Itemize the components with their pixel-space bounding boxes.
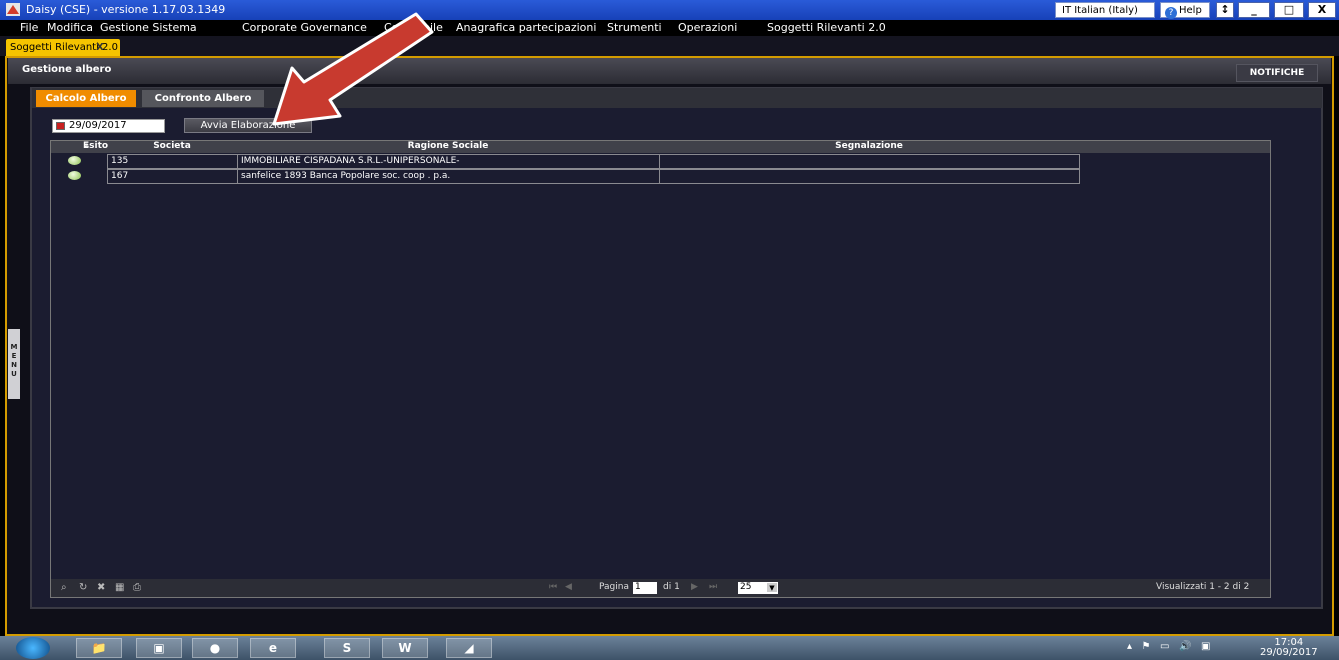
sort-icon: ⇣ [83, 141, 91, 151]
help-button[interactable]: ? Help [1160, 2, 1210, 19]
minimize-button[interactable]: _ [1238, 2, 1270, 18]
tab-calcolo-albero[interactable]: Calcolo Albero [36, 90, 136, 107]
menu-modifica[interactable]: Modifica [47, 21, 93, 34]
check-ok-icon [68, 156, 81, 165]
col-ragione-sociale[interactable]: Ragione Sociale [237, 141, 659, 151]
last-page-icon[interactable]: ⏭ [709, 582, 717, 592]
grid-header: Esito ⇣ Societa Ragione Sociale Segnalaz… [51, 141, 1270, 153]
cell-societa: 167 [107, 169, 238, 184]
grid-footer: ⌕ ↻ ✖ ▦ ⎙ ⏮ ◀ Pagina 1 di 1 ▶ ⏭ 25 ▼ Visu… [51, 579, 1270, 597]
page-title: Gestione albero [22, 64, 112, 75]
page-header: Gestione albero [8, 58, 1331, 84]
page-size-select[interactable]: 25 ▼ [738, 582, 778, 594]
taskbar-clock[interactable]: 17:04 29/09/2017 [1260, 638, 1318, 658]
daisy-taskbar-icon[interactable]: ◢ [446, 638, 492, 658]
explorer-taskbar-icon[interactable]: 📁 [76, 638, 122, 658]
search-icon[interactable]: ⌕ [61, 582, 67, 593]
notifications-button[interactable]: NOTIFICHE [1236, 64, 1318, 82]
menu-operazioni[interactable]: Operazioni [678, 21, 737, 34]
ie-taskbar-icon[interactable]: e [250, 638, 296, 658]
records-status: Visualizzati 1 - 2 di 2 [1156, 582, 1250, 592]
window-title-bar: Daisy (CSE) - versione 1.17.03.1349 IT I… [0, 0, 1339, 20]
menu-bar: File Modifica Gestione Sistema Corporate… [0, 20, 1339, 36]
help-label: Help [1179, 5, 1202, 16]
window-title: Daisy (CSE) - versione 1.17.03.1349 [26, 3, 226, 16]
taskbar: 📁 ▣ ● e S W ◢ ▴ ⚑ ▭ 🔊 ▣ 17:04 29/09/2017 [0, 636, 1339, 660]
annotation-arrow-icon [272, 12, 434, 126]
tab-confronto-albero[interactable]: Confronto Albero [142, 90, 264, 107]
delete-icon[interactable]: ✖ [97, 582, 105, 593]
check-ok-icon [68, 171, 81, 180]
help-icon: ? [1165, 7, 1177, 19]
menu-file[interactable]: File [20, 21, 38, 34]
media-taskbar-icon[interactable]: ▣ [136, 638, 182, 658]
cell-segnalazione [659, 154, 1080, 169]
clock-date: 29/09/2017 [1260, 647, 1318, 658]
page-number-input[interactable]: 1 [633, 582, 657, 594]
date-value: 29/09/2017 [69, 120, 127, 131]
first-page-icon[interactable]: ⏮ [549, 582, 557, 592]
chrome-taskbar-icon[interactable]: ● [192, 638, 238, 658]
app-logo-icon [6, 3, 20, 16]
side-menu-toggle[interactable]: MENU [8, 329, 20, 399]
page-label: Pagina [599, 582, 629, 592]
next-page-icon[interactable]: ▶ [691, 582, 698, 592]
restore-small-button[interactable]: ↕ [1216, 2, 1234, 18]
word-taskbar-icon[interactable]: W [382, 638, 428, 658]
date-input[interactable]: 29/09/2017 [52, 119, 165, 133]
columns-icon[interactable]: ▦ [115, 582, 124, 593]
close-tab-icon[interactable]: X [96, 39, 104, 56]
prev-page-icon[interactable]: ◀ [565, 582, 572, 592]
table-row[interactable]: 135 IMMOBILIARE CISPADANA S.R.L.-UNIPERS… [51, 154, 1080, 169]
table-row[interactable]: 167 sanfelice 1893 Banca Popolare soc. c… [51, 169, 1080, 184]
page-size-value: 25 [740, 582, 752, 592]
col-societa[interactable]: Societa [107, 141, 237, 151]
col-segnalazione[interactable]: Segnalazione [659, 141, 1079, 151]
document-tab-strip: Soggetti Rilevanti 2.0 X [0, 36, 1339, 56]
menu-strumenti[interactable]: Strumenti [607, 21, 662, 34]
cell-segnalazione [659, 169, 1080, 184]
maximize-button[interactable]: □ [1274, 2, 1304, 18]
export-icon[interactable]: ⎙ [133, 582, 141, 593]
start-button[interactable] [16, 637, 50, 659]
chevron-down-icon: ▼ [767, 583, 777, 592]
page-count-label: di 1 [663, 582, 680, 592]
refresh-icon[interactable]: ↻ [79, 582, 87, 593]
language-selector[interactable]: IT Italian (Italy) [1055, 2, 1155, 18]
cell-ragione-sociale: IMMOBILIARE CISPADANA S.R.L.-UNIPERSONAL… [237, 154, 660, 169]
menu-gestione-sistema[interactable]: Gestione Sistema [100, 21, 197, 34]
calendar-icon[interactable] [56, 122, 65, 130]
skype-taskbar-icon[interactable]: S [324, 638, 370, 658]
close-window-button[interactable]: X [1308, 2, 1336, 18]
menu-anagrafica-partecipazioni[interactable]: Anagrafica partecipazioni [456, 21, 596, 34]
cell-ragione-sociale: sanfelice 1893 Banca Popolare soc. coop … [237, 169, 660, 184]
results-grid: Esito ⇣ Societa Ragione Sociale Segnalaz… [50, 140, 1271, 598]
tab-soggetti-rilevanti[interactable]: Soggetti Rilevanti 2.0 X [6, 39, 120, 56]
menu-soggetti-rilevanti[interactable]: Soggetti Rilevanti 2.0 [767, 21, 886, 34]
system-tray-icons[interactable]: ▴ ⚑ ▭ 🔊 ▣ [1127, 641, 1210, 652]
cell-societa: 135 [107, 154, 238, 169]
